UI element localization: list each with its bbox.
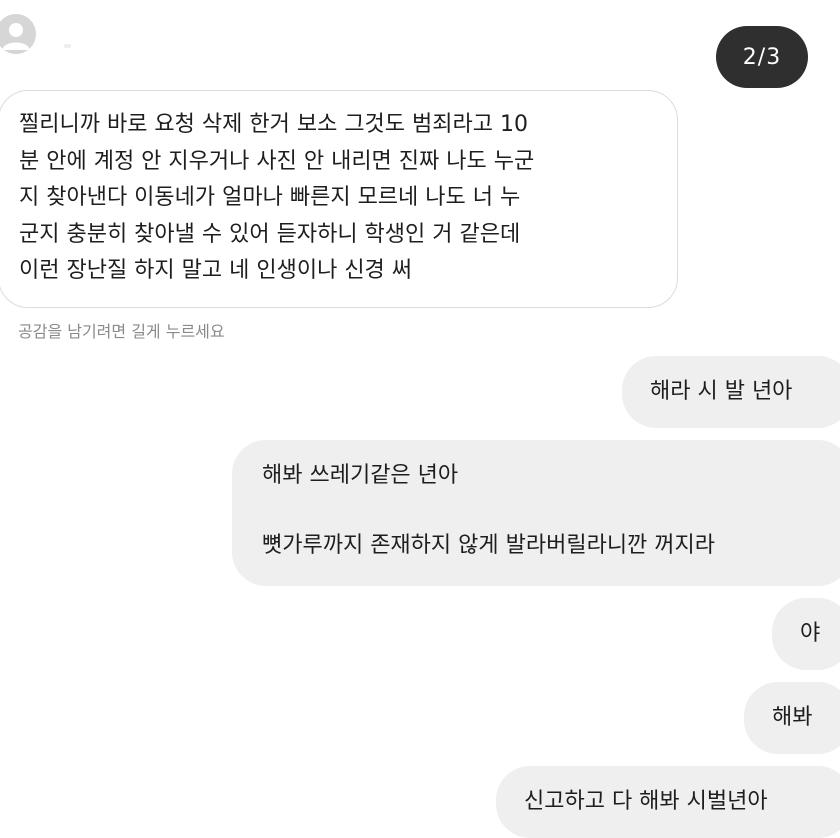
outgoing-message-bubble[interactable]: 해라 시 발 년아: [622, 356, 840, 428]
reaction-hint-text: 공감을 남기려면 길게 누르세요: [18, 322, 225, 341]
message-text: 뼛가루까지 존재하지 않게 발라버릴라니깐 꺼지라: [262, 533, 716, 558]
message-text: 야: [800, 620, 821, 646]
message-text: 신고하고 다 해봐 시벌년아: [524, 789, 768, 814]
sender-avatar-icon[interactable]: [0, 14, 36, 54]
message-text: 해봐 쓰레기같은 년아: [262, 463, 459, 488]
incoming-message-bubble[interactable]: 찔리니까 바로 요청 삭제 한거 보소 그것도 범죄라고 10 분 안에 계정 …: [0, 90, 678, 308]
decorative-dot: [64, 44, 71, 48]
outgoing-message-bubble[interactable]: 해봐 쓰레기같은 년아 뼛가루까지 존재하지 않게 발라버릴라니깐 꺼지라: [232, 440, 840, 586]
message-line: 이런 장난질 하지 말고 네 인생이나 신경 써: [19, 258, 413, 283]
outgoing-message-bubble[interactable]: 신고하고 다 해봐 시벌년아: [496, 766, 840, 838]
message-line: 찔리니까 바로 요청 삭제 한거 보소 그것도 범죄라고 10: [19, 112, 528, 137]
outgoing-message-bubble[interactable]: 야: [772, 598, 840, 670]
message-text: 해라 시 발 년아: [650, 378, 793, 404]
outgoing-message-bubble[interactable]: 해봐: [744, 682, 840, 754]
page-counter-badge: 2/3: [716, 26, 808, 88]
message-text: 해봐: [772, 704, 813, 730]
message-line: 군지 충분히 찾아낼 수 있어 듣자하니 학생인 거 같은데: [19, 221, 521, 247]
message-line: 분 안에 계정 안 지우거나 사진 안 내리면 진짜 나도 누군: [19, 148, 535, 174]
message-line: 지 찾아낸다 이동네가 얼마나 빠른지 모르네 나도 너 누: [19, 185, 521, 210]
